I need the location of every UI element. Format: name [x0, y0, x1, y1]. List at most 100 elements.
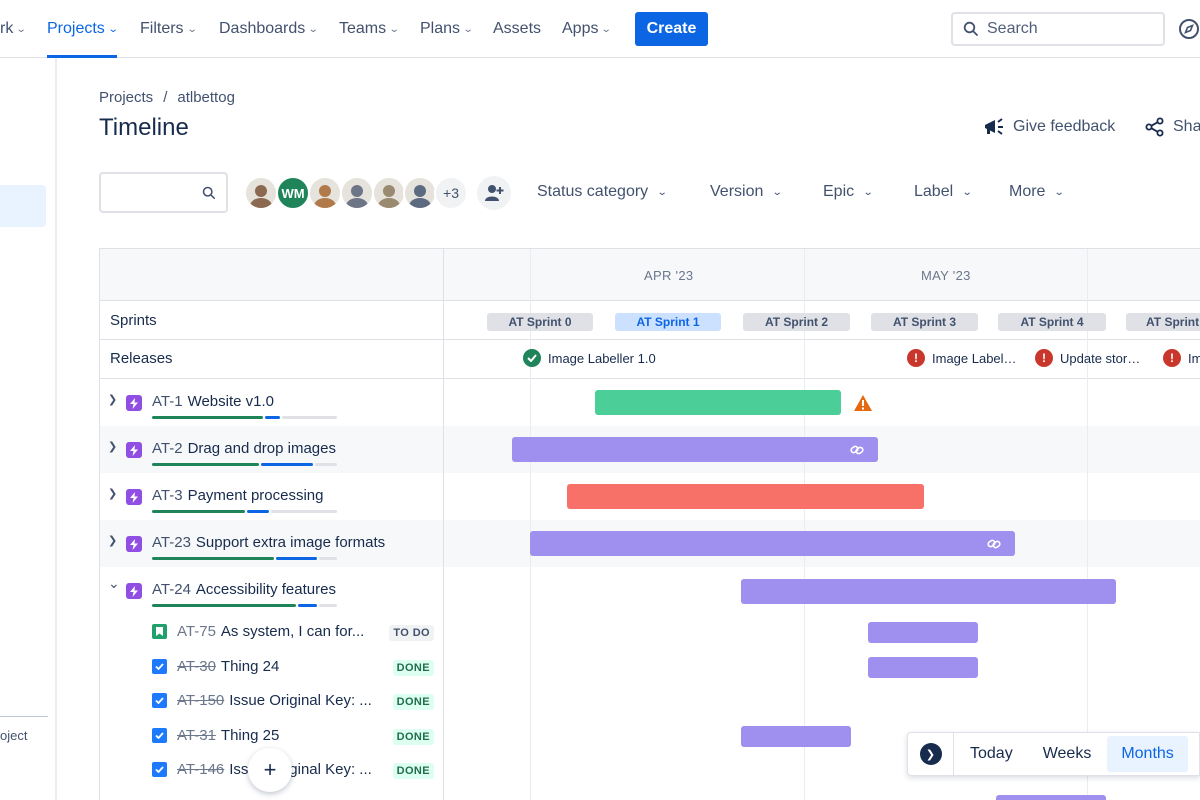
child-issue-name[interactable]: Thing 24	[221, 658, 279, 675]
months-button[interactable]: Months	[1107, 736, 1188, 772]
more-avatars-button[interactable]: +3	[434, 176, 468, 210]
status-lozenge[interactable]: TO DO	[389, 625, 434, 641]
sidebar-item-timeline[interactable]	[0, 185, 46, 227]
sidebar-project-link[interactable]: oject	[0, 728, 27, 743]
child-issue-name[interactable]: Thing 25	[221, 727, 279, 744]
chevron-right-icon[interactable]: ❯	[108, 534, 117, 547]
child-issue-name[interactable]: As system, I can for...	[221, 623, 364, 640]
sprint-pill[interactable]: AT Sprint 2	[743, 313, 850, 331]
breadcrumb-project[interactable]: atlbettog	[177, 89, 235, 106]
progress-done	[152, 416, 263, 419]
epic-name[interactable]: Drag and drop images	[188, 440, 336, 457]
epic-key[interactable]: AT-3	[152, 487, 183, 504]
nav-filters[interactable]: Filters ⌄	[140, 0, 197, 58]
child-issue-name[interactable]: Issue Original Key: ...	[229, 692, 372, 709]
child-issue-key[interactable]: AT-30	[177, 658, 216, 675]
epic-key[interactable]: AT-23	[152, 534, 191, 551]
epic-key[interactable]: AT-24	[152, 581, 191, 598]
child-issue-row[interactable]: AT-30 Thing 24 DONE	[100, 650, 443, 684]
give-feedback-button[interactable]: Give feedback	[983, 117, 1115, 137]
child-issue-key[interactable]: AT-75	[177, 623, 216, 640]
status-lozenge[interactable]: DONE	[392, 659, 434, 676]
filter-label: Status category	[537, 183, 649, 200]
release-marker[interactable]: Image Labeller 1.0	[523, 349, 656, 367]
progress-done	[152, 463, 259, 466]
avatar-body	[346, 198, 368, 208]
avatar[interactable]	[340, 176, 374, 210]
chevron-down-icon[interactable]: ⌄	[108, 575, 120, 592]
label-filter[interactable]: Label ⌄	[914, 183, 973, 201]
nav-assets[interactable]: Assets	[493, 0, 541, 58]
epic-bar-at-23[interactable]	[530, 531, 1015, 556]
child-issue-key[interactable]: AT-150	[177, 692, 224, 709]
sprint-pill[interactable]: AT Sprint 0	[487, 313, 593, 331]
chevron-right-icon[interactable]: ❯	[919, 743, 942, 765]
chevron-right-icon[interactable]: ❯	[108, 393, 117, 406]
child-issue-row[interactable]: AT-75 As system, I can for... TO DO	[100, 615, 443, 649]
child-bar-at-31[interactable]	[741, 726, 851, 747]
weeks-button[interactable]: Weeks	[1029, 736, 1106, 772]
child-bar-at-30[interactable]	[868, 657, 978, 678]
status-lozenge[interactable]: DONE	[392, 728, 434, 745]
chevron-right-icon[interactable]: ❯	[108, 440, 117, 453]
today-button[interactable]: Today	[956, 736, 1027, 772]
nav-dashboards[interactable]: Dashboards ⌄	[219, 0, 319, 58]
avatar[interactable]	[403, 176, 437, 210]
nav-plans[interactable]: Plans ⌄	[420, 0, 474, 58]
epic-row[interactable]: ❯ AT-3 Payment processing	[100, 473, 443, 520]
chevron-down-icon: ⌄	[656, 186, 668, 198]
create-button[interactable]: Create	[635, 12, 708, 46]
nav-apps[interactable]: Apps ⌄	[562, 0, 612, 58]
child-issue-row[interactable]: AT-150 Issue Original Key: ... DONE	[100, 684, 443, 718]
epic-bar-at-2[interactable]	[512, 437, 878, 462]
child-issue-key[interactable]: AT-146	[177, 761, 224, 778]
create-issue-button[interactable]: +	[248, 748, 292, 792]
epic-row[interactable]: ❯ AT-2 Drag and drop images	[100, 426, 443, 473]
epic-row[interactable]: ❯ AT-23 Support extra image formats	[100, 520, 443, 567]
search-input[interactable]: Search	[951, 12, 1165, 46]
release-marker[interactable]: ! Im	[1163, 349, 1200, 367]
chevron-right-icon[interactable]: ❯	[108, 487, 117, 500]
nav-teams[interactable]: Teams ⌄	[339, 0, 400, 58]
timeline-search-input[interactable]	[99, 172, 228, 213]
release-marker[interactable]: ! Image Label…	[907, 349, 1017, 367]
sprint-pill[interactable]: AT Sprint 4	[998, 313, 1106, 331]
epic-filter[interactable]: Epic ⌄	[823, 183, 874, 201]
epic-name[interactable]: Payment processing	[188, 487, 324, 504]
status-lozenge[interactable]: DONE	[392, 763, 434, 779]
breadcrumb-projects[interactable]: Projects	[99, 89, 153, 106]
epic-key[interactable]: AT-2	[152, 440, 183, 457]
sprint-pill[interactable]: AT Sprint 5	[1126, 313, 1200, 331]
nav-your-work[interactable]: rk ⌄	[0, 0, 27, 58]
status-category-filter[interactable]: Status category ⌄	[537, 183, 668, 201]
warning-icon[interactable]	[853, 394, 873, 412]
breadcrumb-separator: /	[163, 89, 168, 106]
child-bar[interactable]	[996, 795, 1106, 800]
epic-bar-at-24[interactable]	[741, 579, 1116, 604]
sprint-pill-current[interactable]: AT Sprint 1	[615, 313, 721, 331]
avatar[interactable]	[372, 176, 406, 210]
sprint-pill[interactable]: AT Sprint 3	[871, 313, 978, 331]
compass-icon[interactable]	[1178, 18, 1200, 40]
more-filter[interactable]: More ⌄	[1009, 183, 1065, 201]
avatar-initials[interactable]: WM	[276, 176, 310, 210]
share-button[interactable]: Sha	[1145, 117, 1200, 137]
child-issue-key[interactable]: AT-31	[177, 727, 216, 744]
nav-projects[interactable]: Projects ⌄	[47, 0, 118, 58]
epic-name[interactable]: Accessibility features	[196, 581, 336, 598]
epic-name[interactable]: Website v1.0	[188, 393, 274, 410]
child-bar-at-75[interactable]	[868, 622, 978, 643]
epic-row[interactable]: ❯ AT-1 Website v1.0	[100, 379, 443, 426]
left-sidebar: oject	[0, 58, 57, 800]
status-lozenge[interactable]: DONE	[392, 694, 434, 710]
avatar[interactable]	[244, 176, 278, 210]
epic-key[interactable]: AT-1	[152, 393, 183, 410]
epic-name[interactable]: Support extra image formats	[196, 534, 385, 551]
avatar[interactable]	[308, 176, 342, 210]
epic-row[interactable]: ⌄ AT-24 Accessibility features	[100, 567, 443, 614]
version-filter[interactable]: Version ⌄	[710, 183, 783, 201]
release-marker[interactable]: ! Update stor…	[1035, 349, 1140, 367]
epic-bar-at-1[interactable]	[595, 390, 841, 415]
add-people-button[interactable]	[477, 176, 511, 210]
epic-bar-at-3[interactable]	[567, 484, 924, 509]
